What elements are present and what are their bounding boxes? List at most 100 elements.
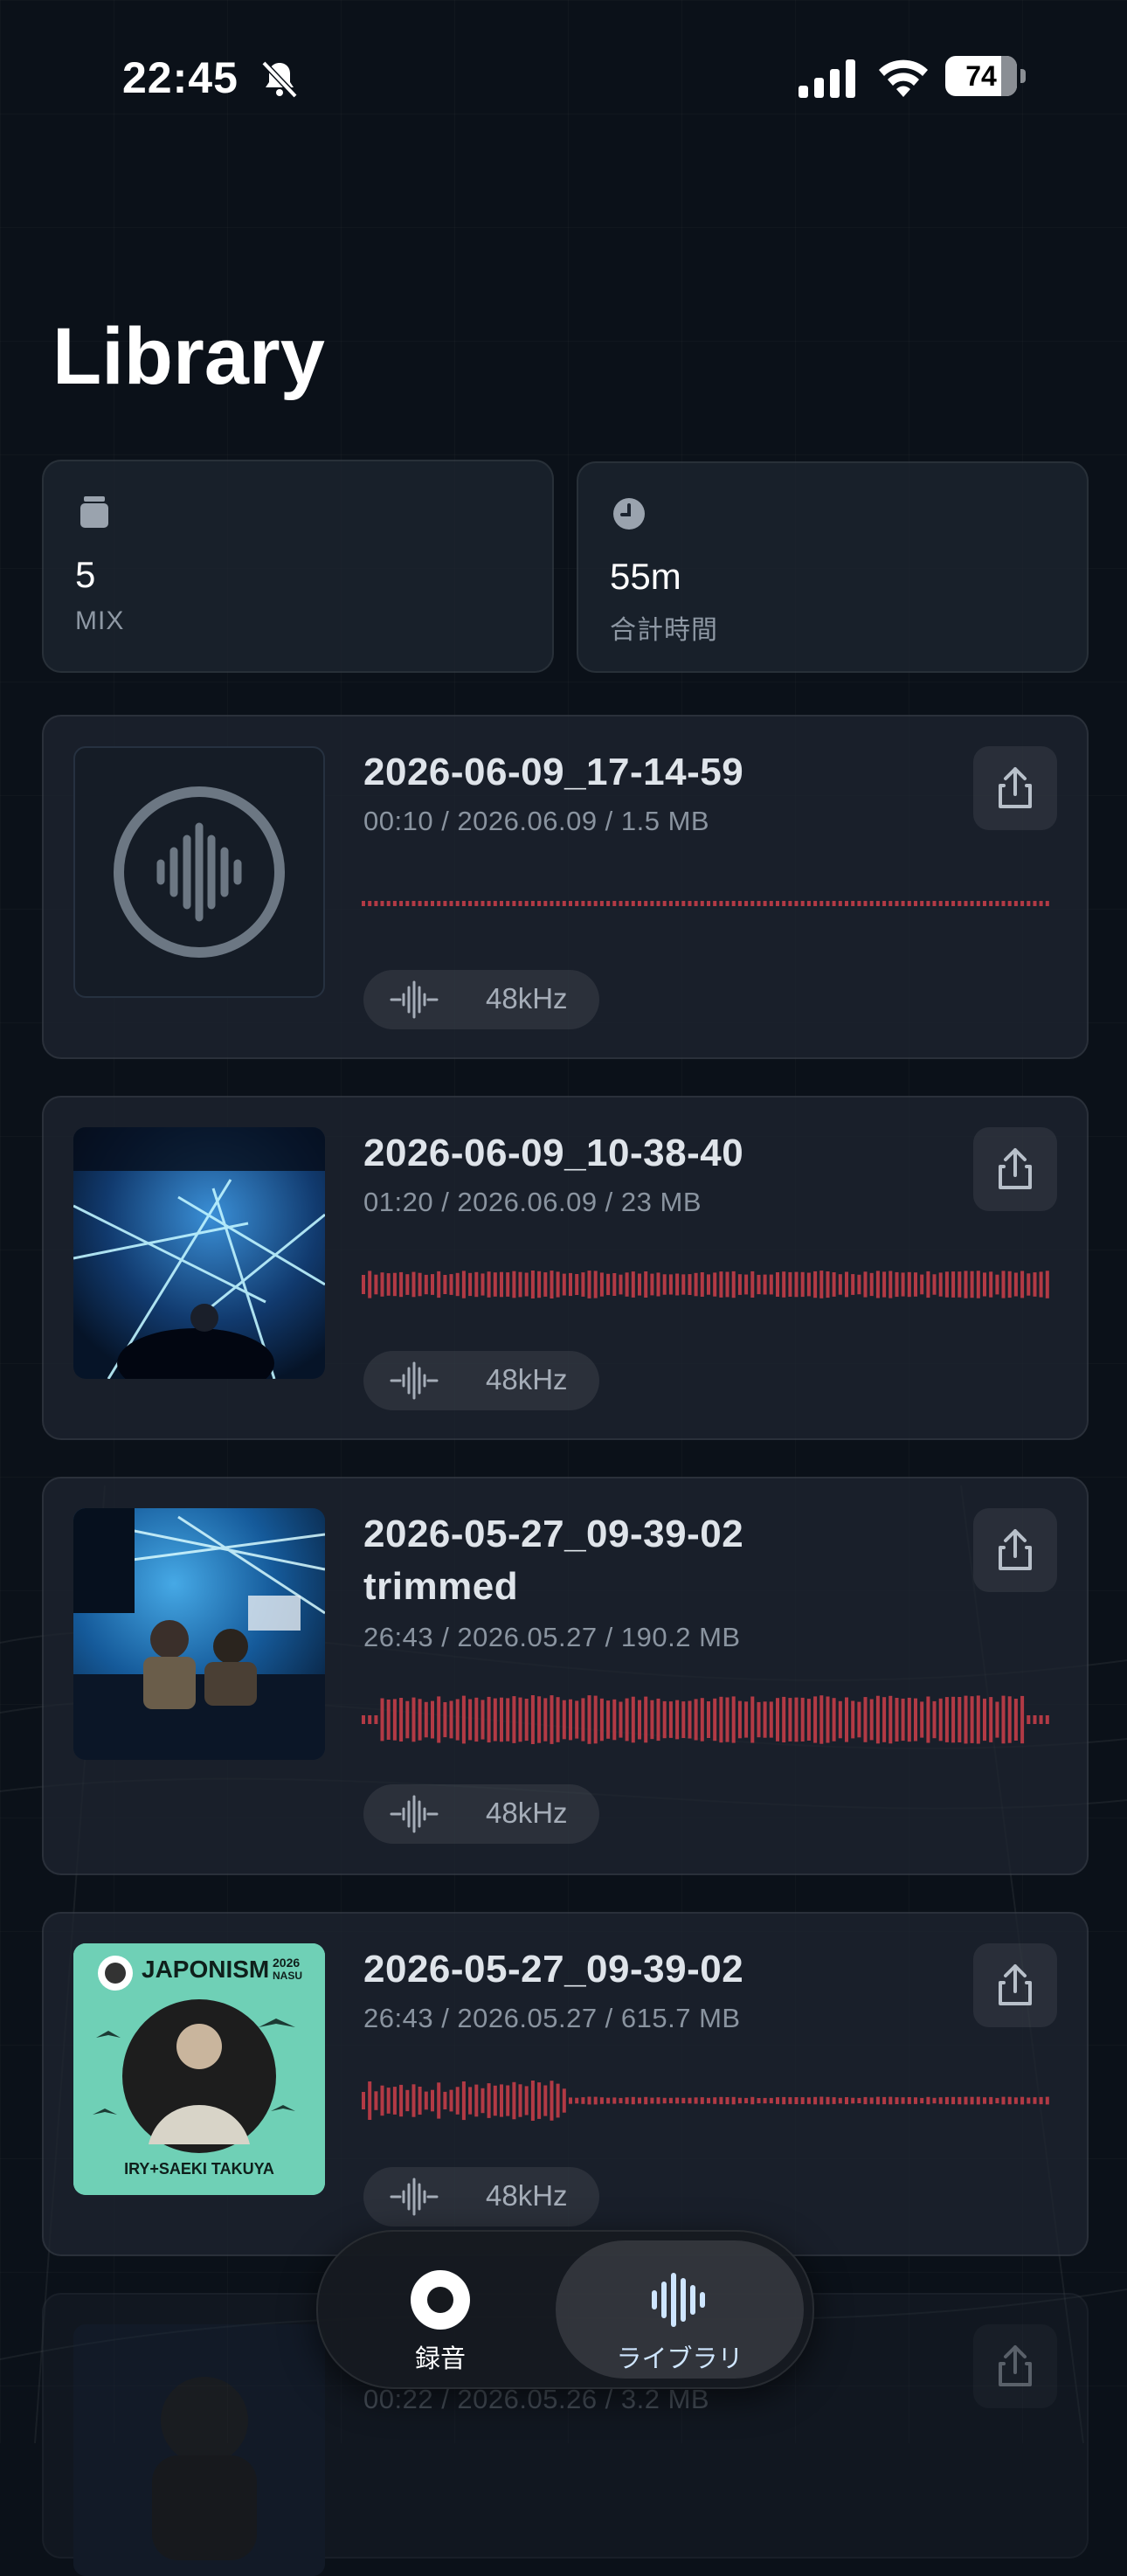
share-button[interactable] xyxy=(973,1508,1057,1592)
waveform-bar xyxy=(662,2097,667,2104)
waveform-bar xyxy=(763,901,767,906)
waveform-bar xyxy=(612,2097,617,2104)
waveform-bar xyxy=(619,2097,623,2104)
waveform-bar xyxy=(418,1699,422,1741)
stat-label: 合計時間 xyxy=(610,616,718,645)
waveform-bar xyxy=(744,1274,749,1295)
bell-slash-icon xyxy=(261,60,298,99)
waveform-bar xyxy=(474,1697,479,1742)
waveform-bar xyxy=(431,2089,434,2112)
share-button[interactable] xyxy=(973,746,1057,830)
track-card[interactable]: 2026-06-09_17-14-59 00:10 / 2026.06.09 /… xyxy=(42,715,1089,1059)
waveform-bar xyxy=(368,1715,372,1724)
stat-card-total-time: 55m 合計時間 xyxy=(577,461,1089,673)
waveform-bar xyxy=(907,1271,911,1298)
track-card[interactable]: 2026-06-09_10-38-40 01:20 / 2026.06.09 /… xyxy=(42,1096,1089,1440)
waveform-bar xyxy=(744,2097,749,2104)
waveform-bar xyxy=(794,1271,799,1298)
waveform-bar xyxy=(681,1274,686,1295)
waveform-bar xyxy=(863,2096,868,2105)
waveform-bar xyxy=(769,901,773,906)
waveform-bar xyxy=(481,2088,485,2114)
waveform-bar xyxy=(619,901,623,906)
waveform-bar xyxy=(737,1274,742,1295)
sample-rate-label: 48kHz xyxy=(486,1363,568,1395)
clock-icon xyxy=(613,498,645,530)
battery-indicator: 74 xyxy=(945,56,1026,96)
waveform-bar xyxy=(995,1701,999,1738)
status-time: 22:45 xyxy=(122,53,239,102)
waveform-bar xyxy=(1045,1715,1049,1724)
status-bar: 22:45 74 xyxy=(0,49,1127,102)
waveform-bar xyxy=(788,2097,792,2104)
waveform-bar xyxy=(688,901,692,906)
waveform-bar xyxy=(819,1271,824,1298)
tab-library[interactable]: ライブラリ xyxy=(556,2240,804,2379)
stat-value: 5 xyxy=(75,554,96,595)
waveform-bar xyxy=(612,1273,617,1296)
waveform-bar xyxy=(449,1274,453,1295)
waveform-bar xyxy=(901,2097,905,2104)
waveform-bar xyxy=(995,1274,999,1295)
waveform-bar xyxy=(675,901,680,906)
waveform-bar xyxy=(512,2081,516,2120)
waveform-bar xyxy=(907,2097,911,2104)
waveform-bar xyxy=(587,1695,591,1744)
waveform-bar xyxy=(581,1698,585,1742)
waveform-bar xyxy=(920,1701,924,1738)
waveform-bar xyxy=(543,901,548,906)
waveform-bar xyxy=(1045,901,1049,906)
share-button[interactable] xyxy=(973,2324,1057,2408)
waveform-bar xyxy=(725,1271,729,1298)
waveform-bar xyxy=(368,1271,372,1298)
waveform-bar xyxy=(599,2097,604,2104)
waveform-bar xyxy=(449,901,453,906)
waveform-bar xyxy=(405,1700,410,1739)
track-meta: 01:20 / 2026.06.09 / 23 MB xyxy=(363,1187,702,1217)
waveform-bar xyxy=(725,901,729,906)
waveform-bar xyxy=(888,1271,893,1298)
waveform-bar xyxy=(794,1697,799,1742)
waveform-bar xyxy=(901,1698,905,1742)
waveform-bar xyxy=(688,2097,692,2104)
waveform-bar xyxy=(776,2097,779,2104)
waveform-bar xyxy=(612,1699,617,1741)
waveform-bar xyxy=(587,901,591,906)
waveform-bar xyxy=(638,901,641,906)
share-button[interactable] xyxy=(973,1127,1057,1211)
waveform-bar xyxy=(938,1272,943,1297)
waveform-bar xyxy=(875,2096,880,2105)
waveform-bar xyxy=(681,1701,686,1738)
waveform-bar xyxy=(550,901,554,906)
waveform-icon xyxy=(390,2178,439,2216)
share-button[interactable] xyxy=(973,1943,1057,2027)
track-card[interactable]: JAPONISM 2026 NASU IRY+SAEKI TAKUYA 2026… xyxy=(42,1912,1089,2256)
waveform-bar xyxy=(976,2096,980,2105)
waveform-bar xyxy=(688,1274,692,1295)
waveform-bar xyxy=(776,1698,779,1742)
waveform-bar xyxy=(668,1274,673,1295)
waveform-bar xyxy=(882,901,887,906)
tab-record[interactable]: 録音 xyxy=(327,2240,554,2379)
track-card[interactable]: 2026-05-27_09-39-02 trimmed 26:43 / 2026… xyxy=(42,1477,1089,1875)
waveform-bar xyxy=(888,2096,893,2105)
waveform-bar xyxy=(875,1695,880,1744)
waveform-bar xyxy=(399,901,404,906)
waveform-bar xyxy=(487,2083,491,2118)
waveform-bar xyxy=(944,901,949,906)
waveform-bar xyxy=(1027,1273,1031,1296)
waveform-bar xyxy=(782,2096,786,2105)
waveform-bar xyxy=(587,1271,591,1298)
waveform-bar xyxy=(374,901,378,906)
waveform-bar xyxy=(656,1272,660,1297)
waveform-bar xyxy=(989,2096,993,2105)
track-waveform xyxy=(362,2081,1049,2121)
waveform-bar xyxy=(782,901,786,906)
waveform-bar xyxy=(863,1271,868,1298)
waveform-bar xyxy=(556,1271,560,1298)
waveform-bar xyxy=(437,1271,441,1298)
waveform-bar xyxy=(737,901,742,906)
waveform-bar xyxy=(832,2097,836,2104)
waveform-icon xyxy=(390,980,439,1019)
waveform-bar xyxy=(455,1272,460,1297)
